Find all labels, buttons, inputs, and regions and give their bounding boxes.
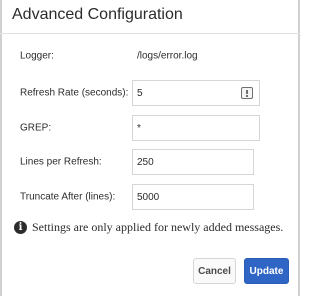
truncate-after-label: Truncate After (lines): xyxy=(20,191,116,203)
lines-per-refresh-field[interactable] xyxy=(132,149,254,175)
update-button[interactable]: Update xyxy=(244,258,289,284)
dialog-title: Advanced Configuration xyxy=(12,6,183,23)
logger-value: /logs/error.log xyxy=(137,50,198,62)
info-note-text: Settings are only applied for newly adde… xyxy=(32,220,284,234)
grep-input[interactable] xyxy=(133,116,259,140)
info-note: i Settings are only applied for newly ad… xyxy=(14,220,292,236)
grep-label: GREP: xyxy=(20,122,52,134)
grep-field[interactable] xyxy=(132,115,260,141)
lines-per-refresh-label: Lines per Refresh: xyxy=(20,156,102,168)
lines-per-refresh-row: Lines per Refresh: xyxy=(20,149,286,175)
refresh-rate-field[interactable] xyxy=(132,80,260,106)
dialog-right-edge xyxy=(298,0,300,296)
truncate-after-row: Truncate After (lines): xyxy=(20,184,286,210)
stepper-icon[interactable] xyxy=(241,87,253,99)
dialog-left-edge xyxy=(0,0,2,296)
lines-per-refresh-input[interactable] xyxy=(133,150,253,174)
cancel-button[interactable]: Cancel xyxy=(193,258,236,284)
logger-row: Logger: /logs/error.log xyxy=(20,43,286,69)
info-icon: i xyxy=(14,221,27,234)
truncate-after-field[interactable] xyxy=(132,184,254,210)
title-divider xyxy=(0,33,300,34)
refresh-rate-label: Refresh Rate (seconds): xyxy=(20,87,129,99)
truncate-after-input[interactable] xyxy=(133,185,253,209)
refresh-rate-row: Refresh Rate (seconds): xyxy=(20,80,286,106)
grep-row: GREP: xyxy=(20,115,286,141)
logger-label: Logger: xyxy=(20,50,54,62)
